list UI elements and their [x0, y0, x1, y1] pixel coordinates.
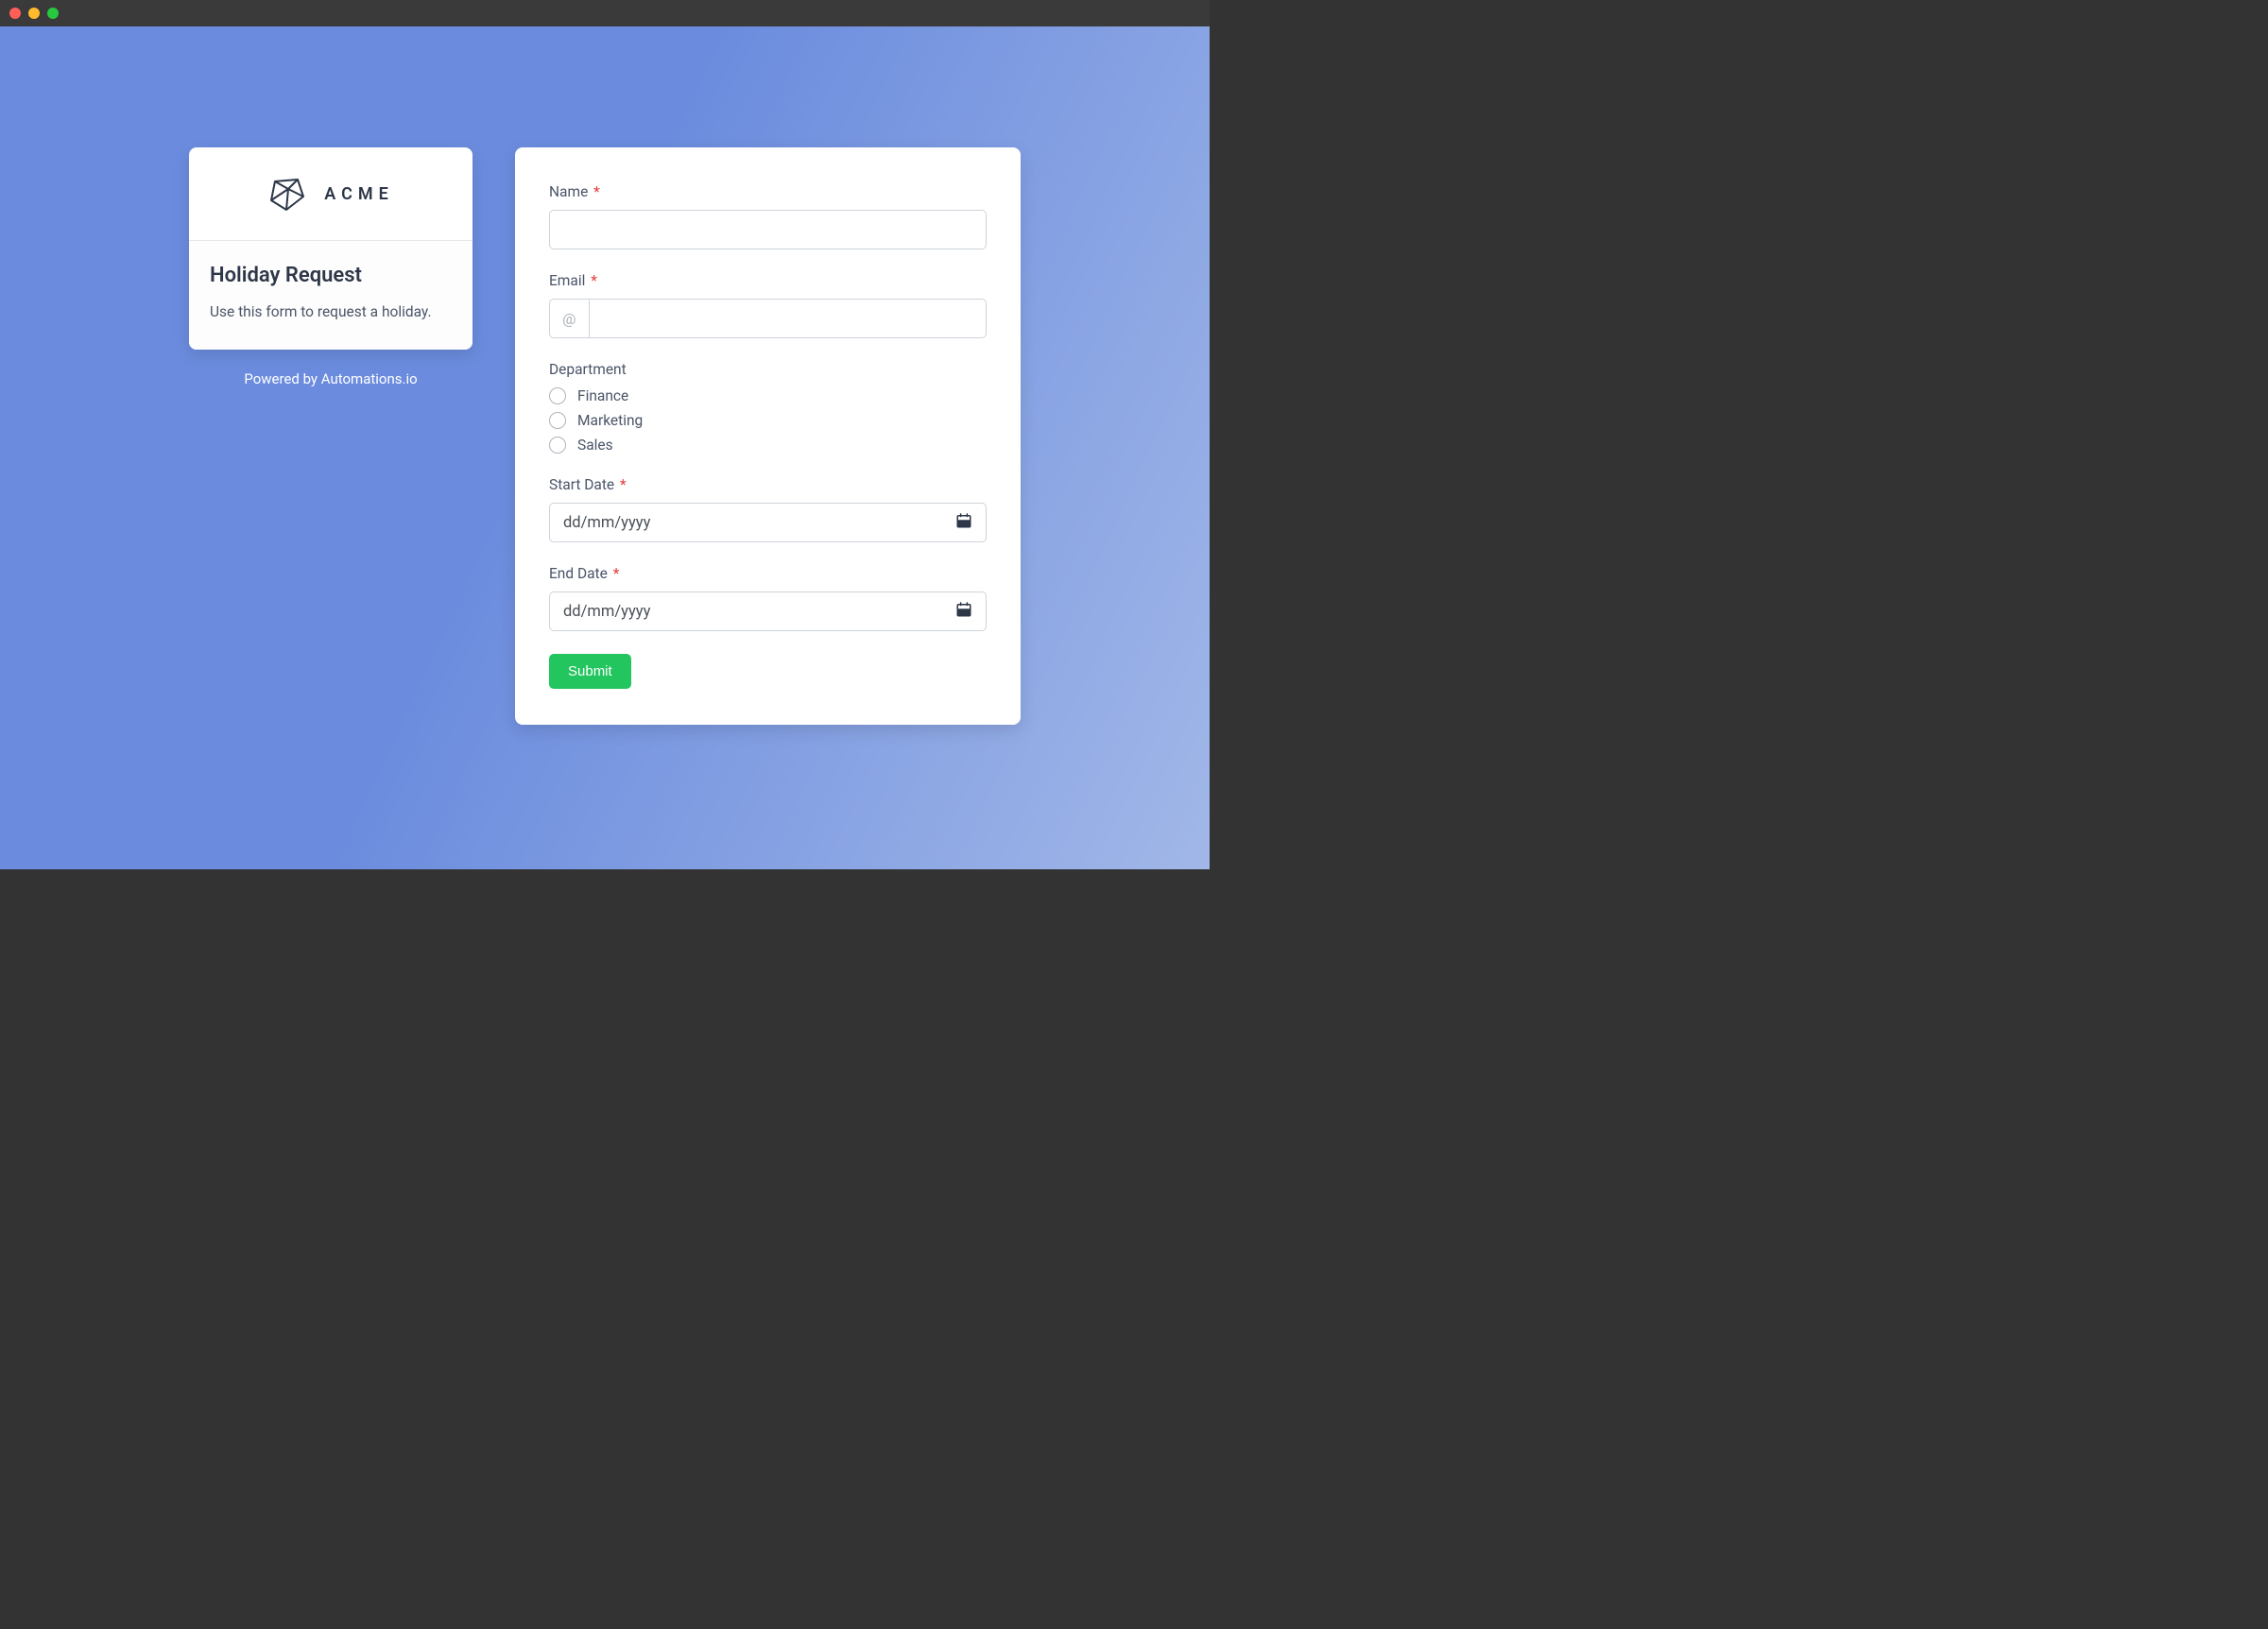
- name-input[interactable]: [549, 210, 987, 249]
- radio-option-finance[interactable]: Finance: [549, 387, 987, 404]
- department-field-group: Department Finance Marketing Sales: [549, 361, 987, 454]
- logo-text: ACME: [324, 184, 394, 204]
- start-date-label: Start Date *: [549, 476, 987, 493]
- radio-label-text: Sales: [577, 437, 613, 454]
- email-label: Email *: [549, 272, 987, 289]
- name-label: Name *: [549, 183, 987, 200]
- app-content: ACME Holiday Request Use this form to re…: [0, 26, 1210, 869]
- end-date-label-text: End Date: [549, 565, 608, 582]
- submit-button[interactable]: Submit: [549, 654, 631, 689]
- required-marker: *: [591, 272, 597, 289]
- powered-by-text: Powered by Automations.io: [189, 370, 472, 387]
- window-minimize-button[interactable]: [28, 8, 40, 19]
- end-date-input[interactable]: dd/mm/yyyy: [549, 592, 987, 631]
- radio-option-sales[interactable]: Sales: [549, 437, 987, 454]
- radio-label-text: Marketing: [577, 412, 643, 429]
- logo-section: ACME: [189, 147, 472, 241]
- start-date-placeholder: dd/mm/yyyy: [563, 514, 650, 532]
- calendar-icon: [955, 601, 972, 623]
- form-card: Name * Email * @ Department Finance: [515, 147, 1021, 725]
- form-description: Use this form to request a holiday.: [210, 300, 452, 323]
- required-marker: *: [593, 183, 600, 200]
- email-input[interactable]: [589, 299, 987, 338]
- radio-label-text: Finance: [577, 387, 628, 404]
- start-date-input[interactable]: dd/mm/yyyy: [549, 503, 987, 542]
- radio-icon: [549, 387, 566, 404]
- radio-icon: [549, 437, 566, 454]
- info-card: ACME Holiday Request Use this form to re…: [189, 147, 472, 350]
- left-panel: ACME Holiday Request Use this form to re…: [189, 147, 472, 387]
- radio-option-marketing[interactable]: Marketing: [549, 412, 987, 429]
- end-date-label: End Date *: [549, 565, 987, 582]
- required-marker: *: [613, 565, 620, 582]
- end-date-field-group: End Date * dd/mm/yyyy: [549, 565, 987, 631]
- form-title: Holiday Request: [210, 264, 452, 287]
- name-field-group: Name *: [549, 183, 987, 249]
- start-date-field-group: Start Date * dd/mm/yyyy: [549, 476, 987, 542]
- name-label-text: Name: [549, 183, 588, 200]
- department-label: Department: [549, 361, 987, 378]
- at-sign-icon: @: [549, 299, 589, 338]
- start-date-label-text: Start Date: [549, 476, 614, 493]
- radio-icon: [549, 412, 566, 429]
- title-section: Holiday Request Use this form to request…: [189, 241, 472, 350]
- email-label-text: Email: [549, 272, 585, 289]
- window-maximize-button[interactable]: [47, 8, 59, 19]
- email-field-group: Email * @: [549, 272, 987, 338]
- end-date-placeholder: dd/mm/yyyy: [563, 603, 650, 621]
- acme-logo-icon: [267, 174, 307, 214]
- window-close-button[interactable]: [9, 8, 21, 19]
- window-chrome: [0, 0, 1210, 26]
- email-input-group: @: [549, 299, 987, 338]
- required-marker: *: [620, 476, 627, 493]
- calendar-icon: [955, 512, 972, 534]
- department-radio-group: Finance Marketing Sales: [549, 387, 987, 454]
